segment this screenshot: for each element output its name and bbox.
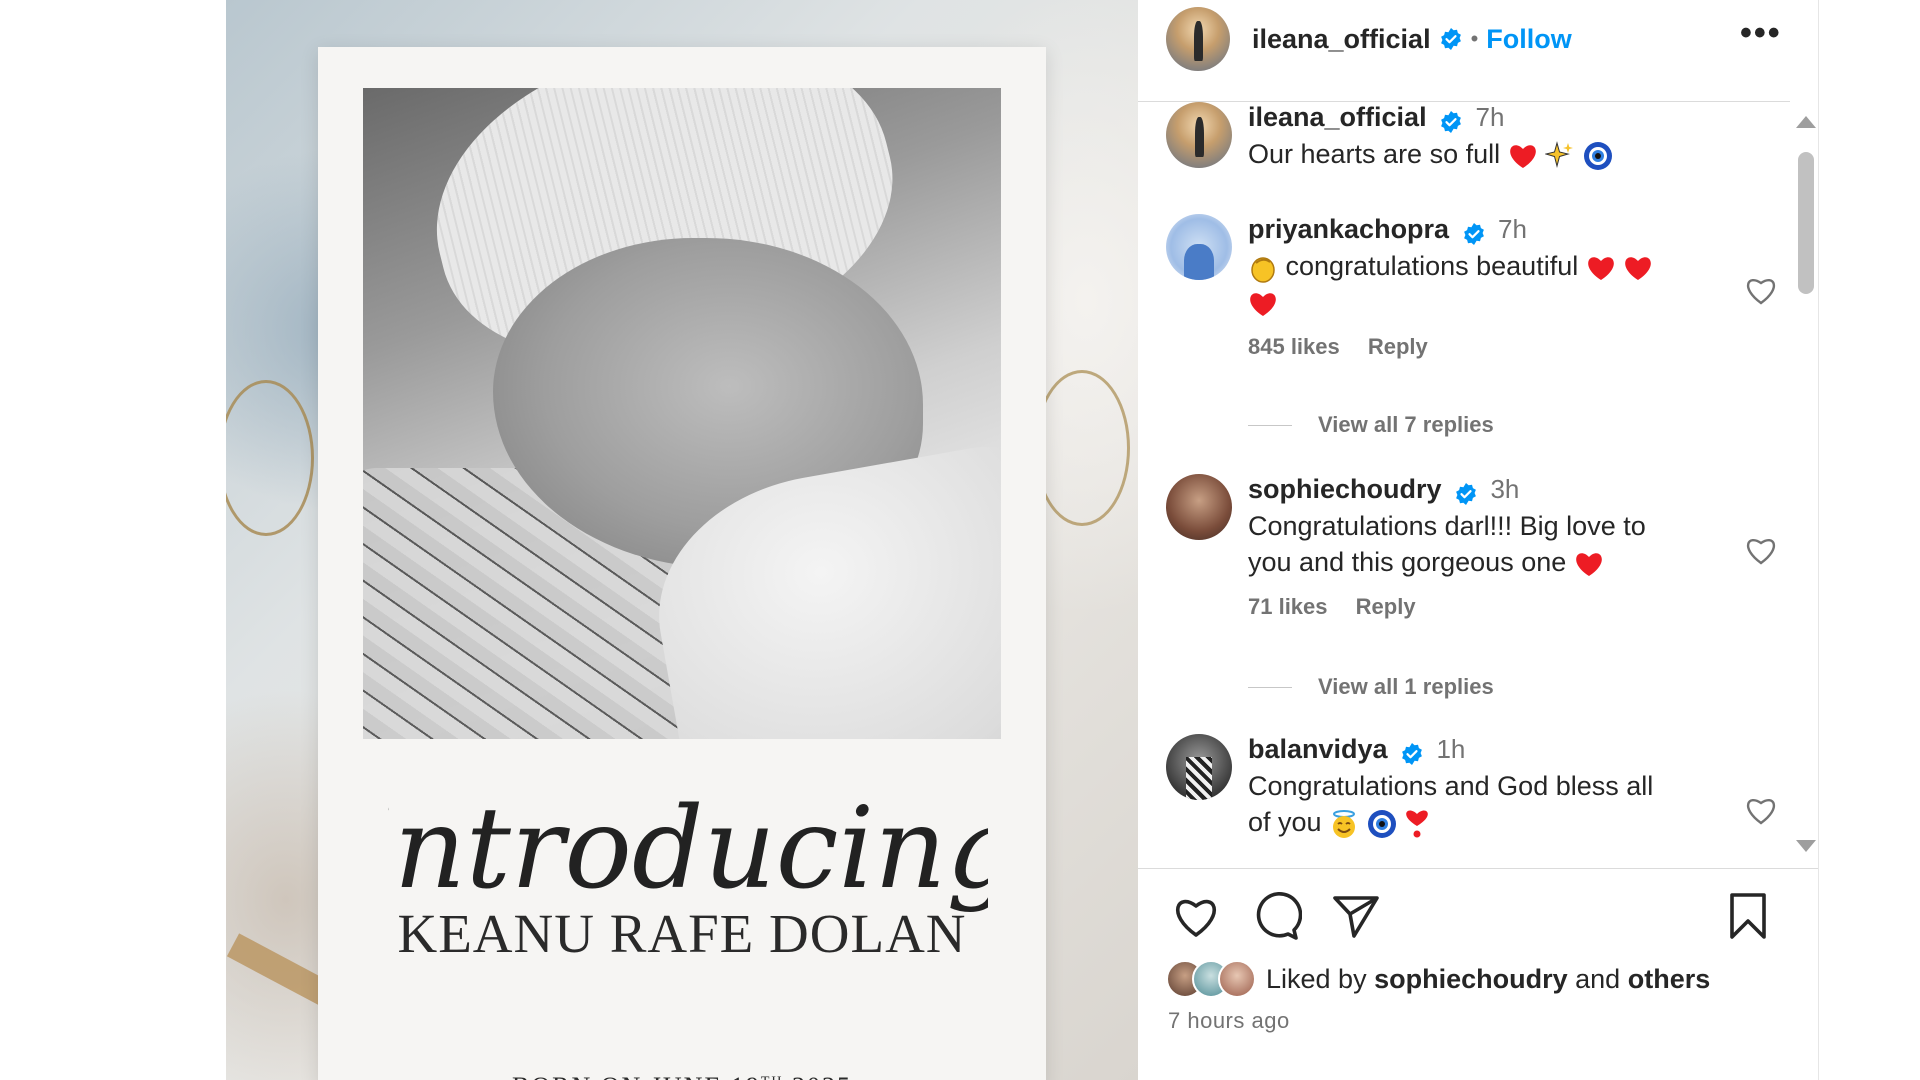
commenter-username[interactable]: sophiechoudry [1248,474,1442,504]
reply-button[interactable]: Reply [1368,334,1428,359]
comment-text-line1: Congratulations and God bless all [1248,770,1654,801]
comments-scrollbar[interactable] [1790,102,1818,870]
likes-count[interactable]: 845 likes [1248,334,1340,359]
comment-time: 7h [1475,102,1505,132]
commenter-avatar[interactable] [1166,214,1232,280]
author-username[interactable]: ileana_official [1252,24,1431,55]
liked-by-others[interactable]: others [1628,964,1711,994]
share-send-icon[interactable] [1330,890,1382,942]
heart-exclamation-icon [1406,810,1428,838]
clapping-hands-icon [1251,256,1275,283]
verified-badge-icon [1440,28,1461,50]
post-actions [1138,890,1818,950]
like-heart-icon[interactable] [1170,890,1222,942]
scroll-down-arrow-icon[interactable] [1796,840,1816,852]
post-timestamp: 7 hours ago [1168,1008,1290,1033]
red-heart-icon [1587,256,1614,280]
scroll-up-arrow-icon[interactable] [1796,116,1816,128]
view-replies-label: View all 7 replies [1318,412,1494,437]
comments-panel: ileana_official • Follow ••• ileana_offi… [1138,0,1819,1080]
verified-badge-icon [1456,482,1476,505]
bangle-decoration [226,380,314,536]
verified-badge-icon [1441,110,1461,133]
commenter-username[interactable]: balanvidya [1248,734,1388,764]
more-options-icon[interactable]: ••• [1740,16,1780,56]
evil-eye-icon [1367,809,1396,838]
script-word: introducing [388,784,988,914]
liker-avatar [1218,960,1256,998]
like-comment-heart-icon[interactable] [1744,274,1778,306]
verified-badge-icon [1402,742,1422,765]
comment-bubble-icon[interactable] [1250,890,1302,942]
like-comment-heart-icon[interactable] [1744,794,1778,826]
comment-text-line1: Congratulations darl!!! Big love to [1248,510,1646,541]
baby-name: KEANU RAFE DOLAN [397,903,967,964]
post-header: ileana_official • Follow ••• [1138,0,1818,78]
divider [1138,868,1818,869]
smiling-face-with-halo-icon [1333,809,1356,838]
comment-text-line2: you and this gorgeous one [1248,546,1567,577]
verified-badge-icon [1463,222,1484,245]
separator-dot: • [1470,26,1479,51]
comment-time: 3h [1490,474,1520,504]
author-avatar[interactable] [1166,7,1230,71]
birth-date: BORN ON JUNE 19TH 2025 [318,1072,1046,1080]
follow-button[interactable]: Follow [1486,24,1571,55]
view-replies-label: View all 1 replies [1318,674,1494,699]
reply-button[interactable]: Reply [1356,594,1416,619]
view-replies-button[interactable]: View all 7 replies [1248,412,1494,438]
like-comment-heart-icon[interactable] [1744,534,1778,566]
commenter-username[interactable]: ileana_official [1248,102,1427,132]
bangle-decoration [1034,370,1130,526]
save-bookmark-icon[interactable] [1722,890,1774,942]
commenter-avatar[interactable] [1166,474,1232,540]
likes-count[interactable]: 71 likes [1248,594,1328,619]
post-media[interactable]: introducing KEANU RAFE DOLAN BORN ON JUN… [226,0,1138,1080]
newborn-photo [363,88,1001,739]
comments-list[interactable]: ileana_official 7h Our hearts are so ful… [1138,102,1790,870]
liked-by: Liked by sophiechoudry and others [1166,958,1710,1000]
red-heart-icon [1575,552,1602,576]
red-heart-icon [1625,256,1652,280]
comment-text: Our hearts are so full [1248,138,1501,169]
comment-time: 7h [1497,214,1527,244]
evil-eye-icon [1583,141,1612,170]
view-replies-button[interactable]: View all 1 replies [1248,674,1494,700]
replies-line [1248,424,1292,426]
comment-text-line2: of you [1248,806,1322,837]
commenter-avatar[interactable] [1166,734,1232,800]
commenter-avatar[interactable] [1166,102,1232,168]
comment-time: 1h [1436,734,1466,764]
liked-by-user[interactable]: sophiechoudry [1374,964,1568,994]
red-heart-icon [1250,292,1276,316]
scroll-thumb[interactable] [1798,152,1814,294]
replies-line [1248,686,1292,688]
comment-text: congratulations beautiful [1285,250,1579,281]
sparkles-icon [1545,140,1574,168]
announcement-card: introducing KEANU RAFE DOLAN BORN ON JUN… [318,47,1046,1080]
liked-by-text: Liked by sophiechoudry and others [1266,963,1711,994]
commenter-username[interactable]: priyankachopra [1248,214,1449,244]
red-heart-icon [1509,144,1536,168]
